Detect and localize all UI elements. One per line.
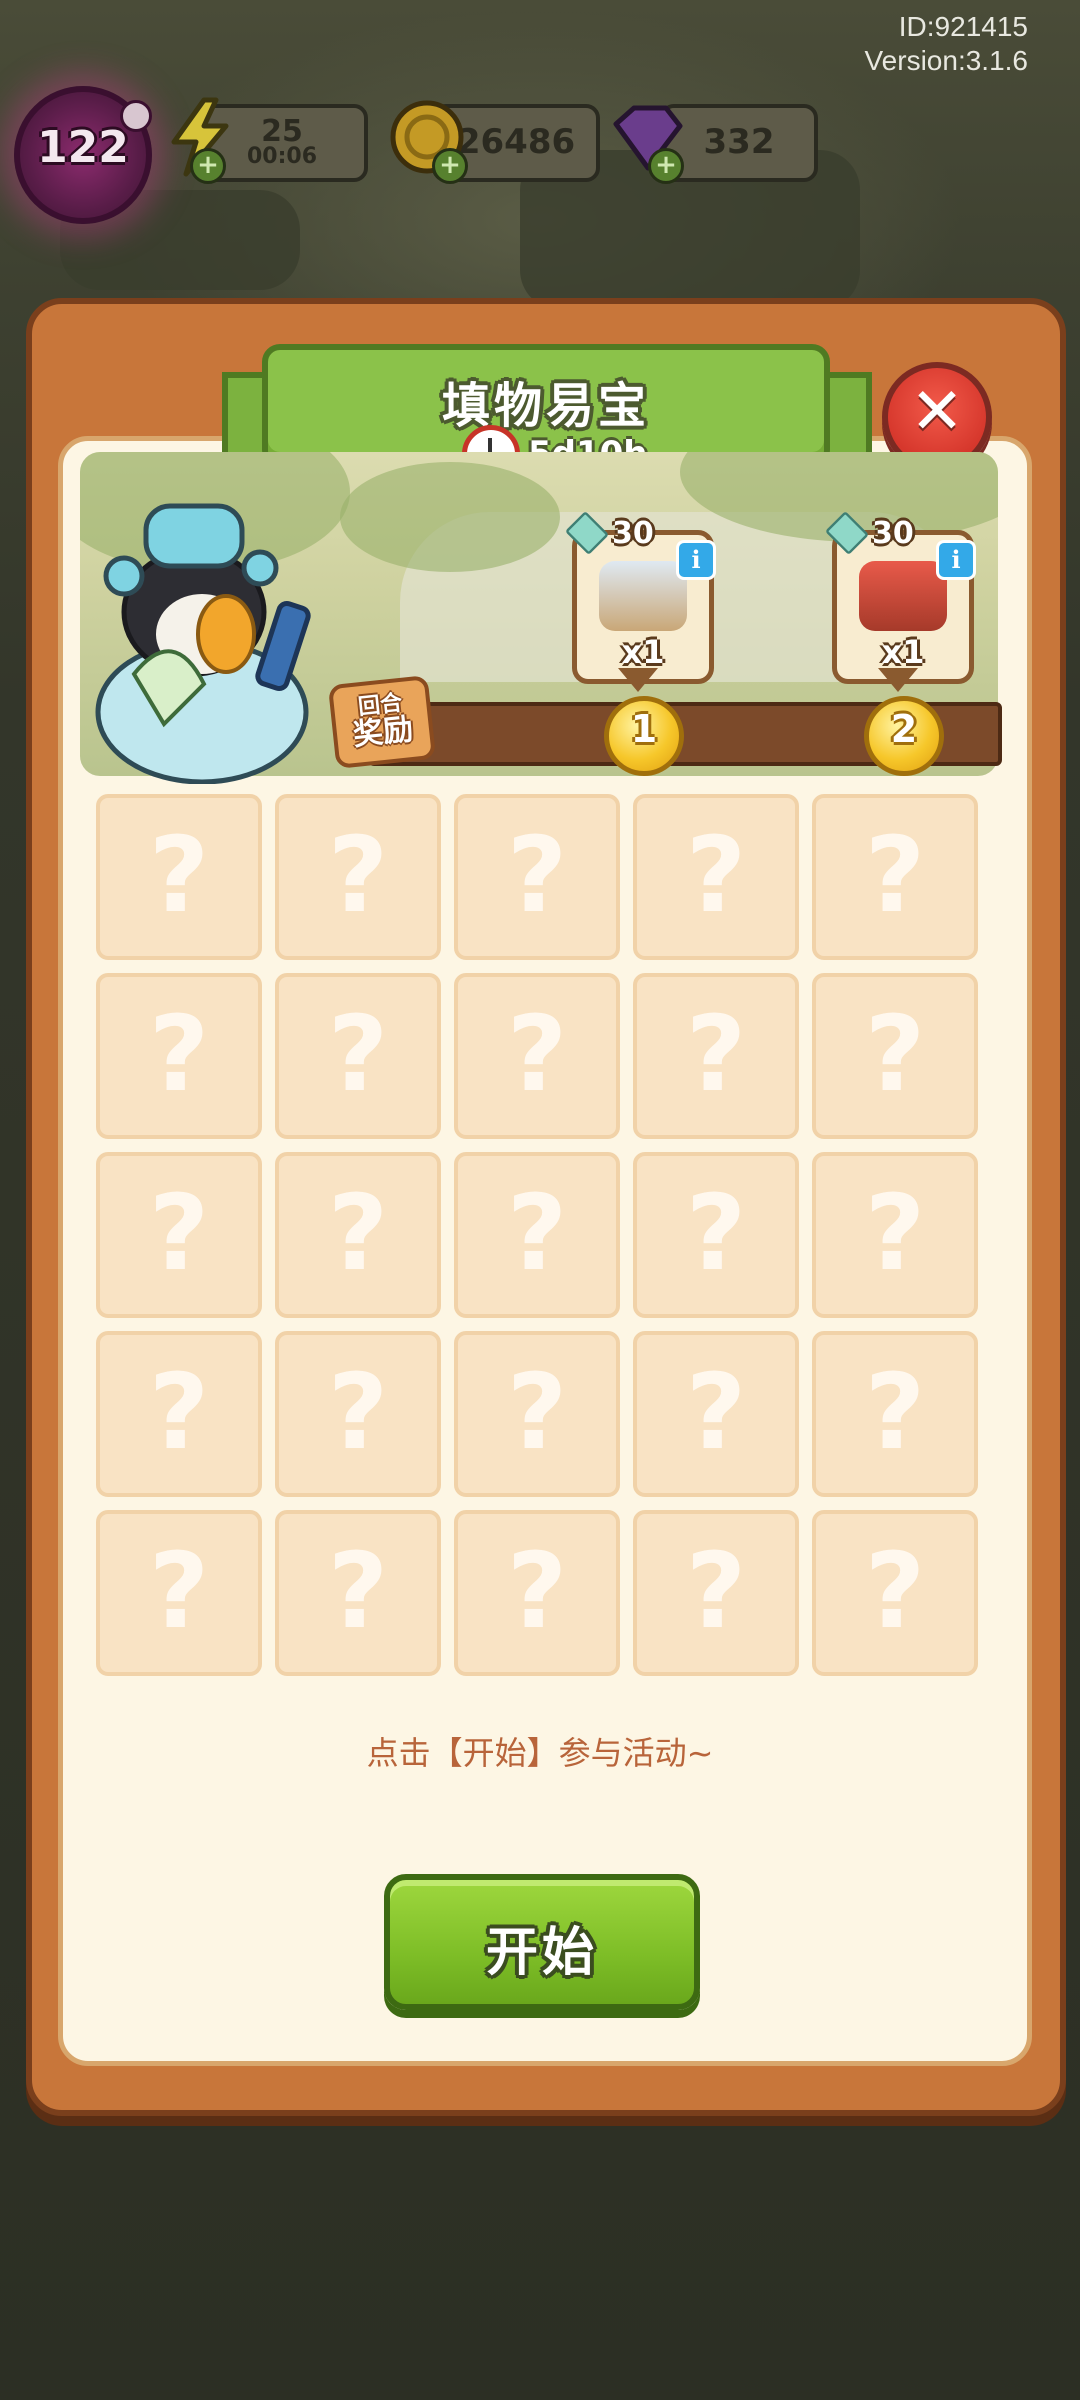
- question-mark-icon: ?: [327, 1530, 389, 1652]
- info-icon[interactable]: i: [676, 540, 716, 580]
- grid-cell[interactable]: ?: [454, 794, 620, 960]
- question-mark-icon: ?: [148, 1530, 210, 1652]
- question-mark-icon: ?: [864, 1172, 926, 1294]
- round-marker: 1: [604, 696, 684, 776]
- question-mark-icon: ?: [864, 1351, 926, 1473]
- player-id: ID:921415: [898, 11, 1028, 42]
- question-mark-icon: ?: [148, 993, 210, 1115]
- question-mark-icon: ?: [685, 1172, 747, 1294]
- grid-cell[interactable]: ?: [812, 973, 978, 1139]
- question-mark-icon: ?: [148, 1172, 210, 1294]
- question-mark-icon: ?: [506, 1351, 568, 1473]
- level-badge[interactable]: 122: [14, 86, 152, 224]
- grid-cell[interactable]: ?: [454, 1510, 620, 1676]
- grid-cell[interactable]: ?: [633, 973, 799, 1139]
- instruction-text: 点击【开始】参与活动~: [366, 1734, 714, 1772]
- reward-cost-value: 30: [872, 515, 914, 551]
- mystery-grid: ? ? ? ? ? ? ? ? ? ? ? ? ? ? ? ? ? ? ? ? …: [96, 794, 986, 1680]
- grid-cell[interactable]: ?: [275, 794, 441, 960]
- reward-cost: 30: [824, 510, 914, 556]
- question-mark-icon: ?: [864, 814, 926, 936]
- close-icon: ✕: [910, 375, 964, 449]
- grid-cell[interactable]: ?: [812, 1510, 978, 1676]
- reward-pointer: [878, 668, 918, 692]
- question-mark-icon: ?: [506, 1530, 568, 1652]
- diamond-icon: [824, 510, 870, 556]
- diamond-icon: [564, 510, 610, 556]
- add-energy-icon[interactable]: +: [190, 148, 226, 184]
- grid-cell[interactable]: ?: [275, 1510, 441, 1676]
- question-mark-icon: ?: [327, 1351, 389, 1473]
- question-mark-icon: ?: [327, 814, 389, 936]
- grid-cell[interactable]: ?: [633, 1510, 799, 1676]
- reward-item-image: [599, 561, 687, 631]
- reward-cost-value: 30: [612, 515, 654, 551]
- grid-cell[interactable]: ?: [96, 973, 262, 1139]
- grid-cell[interactable]: ?: [454, 1152, 620, 1318]
- question-mark-icon: ?: [327, 1172, 389, 1294]
- question-mark-icon: ?: [685, 1351, 747, 1473]
- reward-item-image: [859, 561, 947, 631]
- reward-cost: 30: [564, 510, 654, 556]
- grid-cell[interactable]: ?: [812, 1331, 978, 1497]
- grid-cell[interactable]: ?: [454, 973, 620, 1139]
- round-reward-tag: 回合 奖励: [327, 675, 437, 769]
- question-mark-icon: ?: [506, 993, 568, 1115]
- grid-cell[interactable]: ?: [633, 1331, 799, 1497]
- grid-cell[interactable]: ?: [275, 1152, 441, 1318]
- question-mark-icon: ?: [148, 814, 210, 936]
- question-mark-icon: ?: [685, 814, 747, 936]
- grid-cell[interactable]: ?: [96, 1152, 262, 1318]
- question-mark-icon: ?: [506, 1172, 568, 1294]
- scene-foliage: [340, 462, 560, 572]
- grid-cell[interactable]: ?: [275, 973, 441, 1139]
- penguin-character: [95, 503, 311, 784]
- question-mark-icon: ?: [864, 993, 926, 1115]
- start-button[interactable]: 开始: [384, 1874, 700, 2010]
- question-mark-icon: ?: [506, 814, 568, 936]
- round-marker: 2: [864, 696, 944, 776]
- grid-cell[interactable]: ?: [96, 1510, 262, 1676]
- info-icon[interactable]: i: [936, 540, 976, 580]
- grid-cell[interactable]: ?: [812, 1152, 978, 1318]
- round-tag-line2: 奖励: [351, 711, 415, 753]
- round-number: 2: [890, 707, 918, 751]
- question-mark-icon: ?: [148, 1351, 210, 1473]
- grid-cell[interactable]: ?: [454, 1331, 620, 1497]
- add-gems-icon[interactable]: +: [648, 148, 684, 184]
- question-mark-icon: ?: [327, 993, 389, 1115]
- question-mark-icon: ?: [685, 1530, 747, 1652]
- grid-cell[interactable]: ?: [633, 794, 799, 960]
- question-mark-icon: ?: [685, 993, 747, 1115]
- build-info: ID:921415 Version:3.1.6: [865, 10, 1028, 78]
- grid-cell[interactable]: ?: [812, 794, 978, 960]
- add-coins-icon[interactable]: +: [432, 148, 468, 184]
- version-label: Version:3.1.6: [864, 45, 1028, 76]
- gem-value: 332: [703, 122, 775, 162]
- grid-cell[interactable]: ?: [275, 1331, 441, 1497]
- reward-count: x1: [881, 633, 925, 671]
- question-mark-icon: ?: [864, 1530, 926, 1652]
- reward-pointer: [618, 668, 658, 692]
- notification-dot: [120, 100, 152, 132]
- round-number: 1: [630, 707, 658, 751]
- grid-cell[interactable]: ?: [633, 1152, 799, 1318]
- grid-cell[interactable]: ?: [96, 794, 262, 960]
- reward-count: x1: [621, 633, 665, 671]
- start-button-label: 开始: [485, 1923, 598, 1983]
- grid-cell[interactable]: ?: [96, 1331, 262, 1497]
